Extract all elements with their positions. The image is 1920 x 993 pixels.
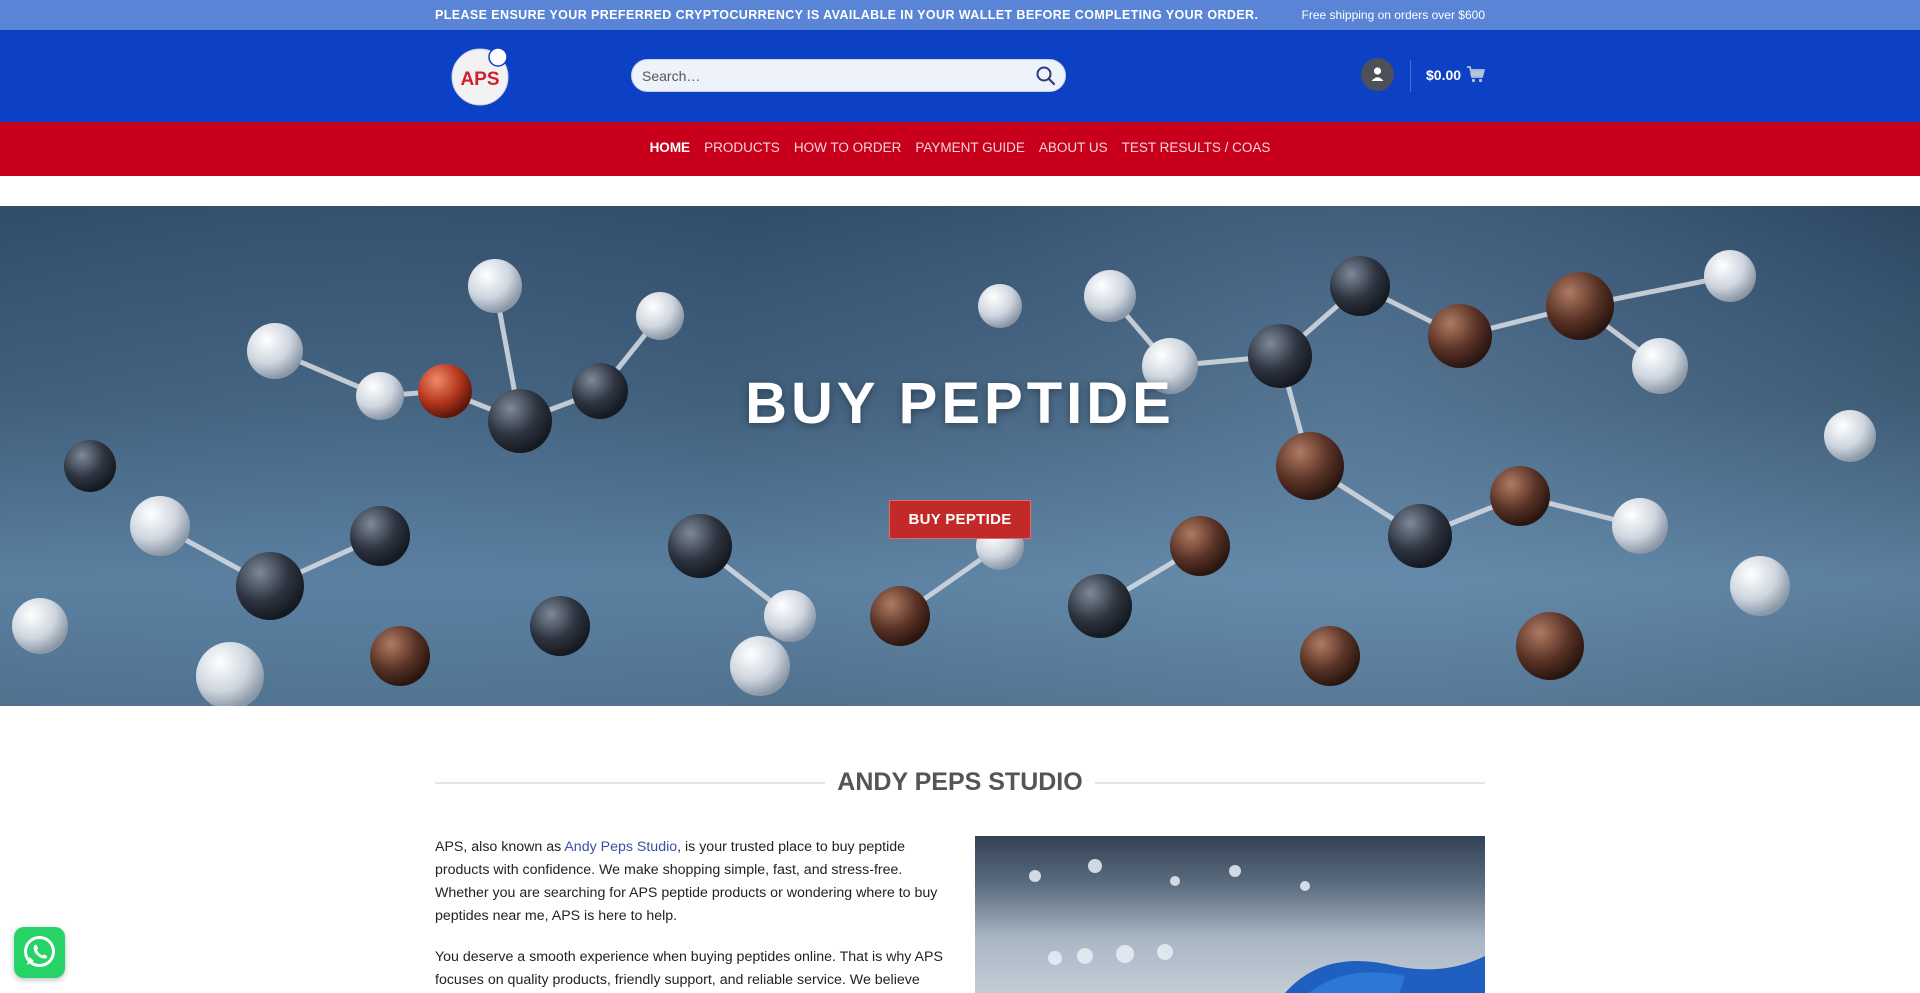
molecule-background-image bbox=[12, 250, 1876, 706]
section-title: ANDY PEPS STUDIO bbox=[837, 768, 1083, 796]
search-input[interactable] bbox=[642, 60, 1022, 91]
buy-peptide-button[interactable]: BUY PEPTIDE bbox=[889, 500, 1031, 539]
andy-peps-studio-link[interactable]: Andy Peps Studio bbox=[564, 839, 677, 855]
site-header: APS $0.00 bbox=[0, 30, 1920, 122]
cart-icon[interactable] bbox=[1466, 64, 1486, 84]
whatsapp-icon bbox=[24, 936, 55, 967]
header-divider bbox=[1410, 60, 1411, 92]
user-icon bbox=[1371, 67, 1384, 81]
section-heading: ANDY PEPS STUDIO bbox=[435, 768, 1485, 798]
hero-banner: BUY PEPTIDE BUY PEPTIDE bbox=[0, 206, 1920, 706]
search-icon[interactable] bbox=[1033, 63, 1059, 89]
main-navigation: HOME PRODUCTS HOW TO ORDER PAYMENT GUIDE… bbox=[0, 122, 1920, 176]
top-announcement-bar: PLEASE ENSURE YOUR PREFERRED CRYPTOCURRE… bbox=[0, 0, 1920, 30]
cart-total[interactable]: $0.00 bbox=[1426, 67, 1461, 83]
nav-item-about-us[interactable]: ABOUT US bbox=[1039, 140, 1108, 155]
nav-item-how-to-order[interactable]: HOW TO ORDER bbox=[794, 140, 902, 155]
free-shipping-text: Free shipping on orders over $600 bbox=[1301, 8, 1485, 22]
search-box bbox=[631, 59, 1066, 92]
hero-title: BUY PEPTIDE bbox=[745, 371, 1175, 436]
intro-paragraph: APS, also known as Andy Peps Studio, is … bbox=[435, 836, 945, 928]
nav-item-payment-guide[interactable]: PAYMENT GUIDE bbox=[915, 140, 1025, 155]
lab-photo bbox=[975, 836, 1485, 993]
whatsapp-chat-button[interactable] bbox=[14, 927, 65, 978]
nav-item-test-results[interactable]: TEST RESULTS / COAS bbox=[1122, 140, 1271, 155]
intro-text-start: APS, also known as bbox=[435, 839, 565, 855]
second-paragraph: You deserve a smooth experience when buy… bbox=[435, 949, 943, 988]
svg-text:APS: APS bbox=[460, 69, 499, 90]
nav-item-products[interactable]: PRODUCTS bbox=[704, 140, 780, 155]
crypto-notice: PLEASE ENSURE YOUR PREFERRED CRYPTOCURRE… bbox=[435, 8, 1259, 22]
account-button[interactable] bbox=[1361, 58, 1394, 91]
nav-item-home[interactable]: HOME bbox=[650, 140, 691, 155]
site-logo[interactable]: APS bbox=[450, 44, 512, 106]
